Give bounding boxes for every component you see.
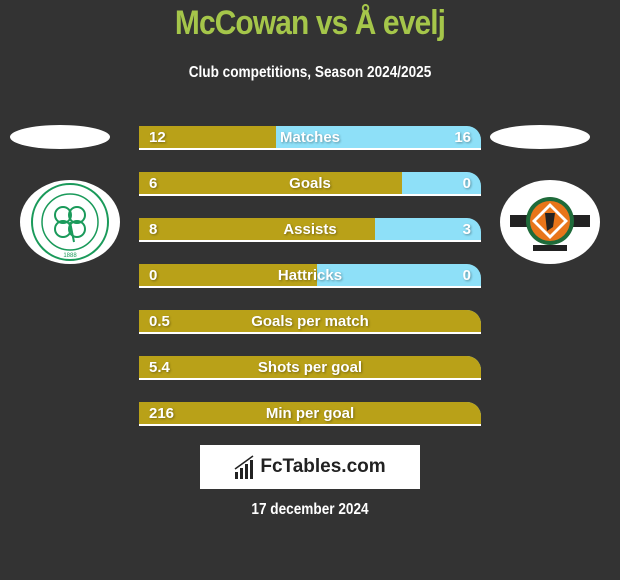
right-value: 3 [462,221,471,238]
stat-bar-goals-per-match: 0.5 Goals per match [139,310,481,334]
bar-chart-icon [234,455,254,479]
fctables-logo[interactable]: FcTables.com [200,445,420,489]
brand-name: FcTables.com [260,456,386,477]
right-value: 16 [454,129,471,146]
stat-label: Goals per match [251,313,369,330]
stat-bar-matches: 12 Matches 16 [139,126,481,150]
competition-subtitle: Club competitions, Season 2024/2025 [188,64,432,81]
right-value: 0 [462,175,471,192]
dundee-crest-graphic [510,197,590,251]
dundee-united-crest-icon[interactable] [500,180,600,264]
right-value: 0 [462,267,471,284]
right-team-placeholder [490,125,590,149]
stat-bar-hattricks: 0 Hattricks 0 [139,264,481,288]
celtic-crest-graphic: 1888 [31,183,109,261]
stat-bar-assists: 8 Assists 3 [139,218,481,242]
stat-label: Assists [283,221,337,238]
stat-label: Matches [279,129,341,146]
stat-label: Shots per goal [257,359,363,376]
stat-label: Goals [289,175,331,192]
stat-bar-shots-per-goal: 5.4 Shots per goal [139,356,481,380]
svg-text:1888: 1888 [63,253,77,259]
page-title: McCowan vs Å evelj [174,4,446,42]
stat-label: Hattricks [277,267,343,284]
celtic-fc-crest-icon[interactable]: 1888 [20,180,120,264]
stat-bar-goals: 6 Goals 0 [139,172,481,196]
report-date: 17 december 2024 [251,501,369,518]
stat-bar-min-per-goal: 216 Min per goal [139,402,481,426]
left-team-placeholder [10,125,110,149]
stat-label: Min per goal [265,405,355,422]
